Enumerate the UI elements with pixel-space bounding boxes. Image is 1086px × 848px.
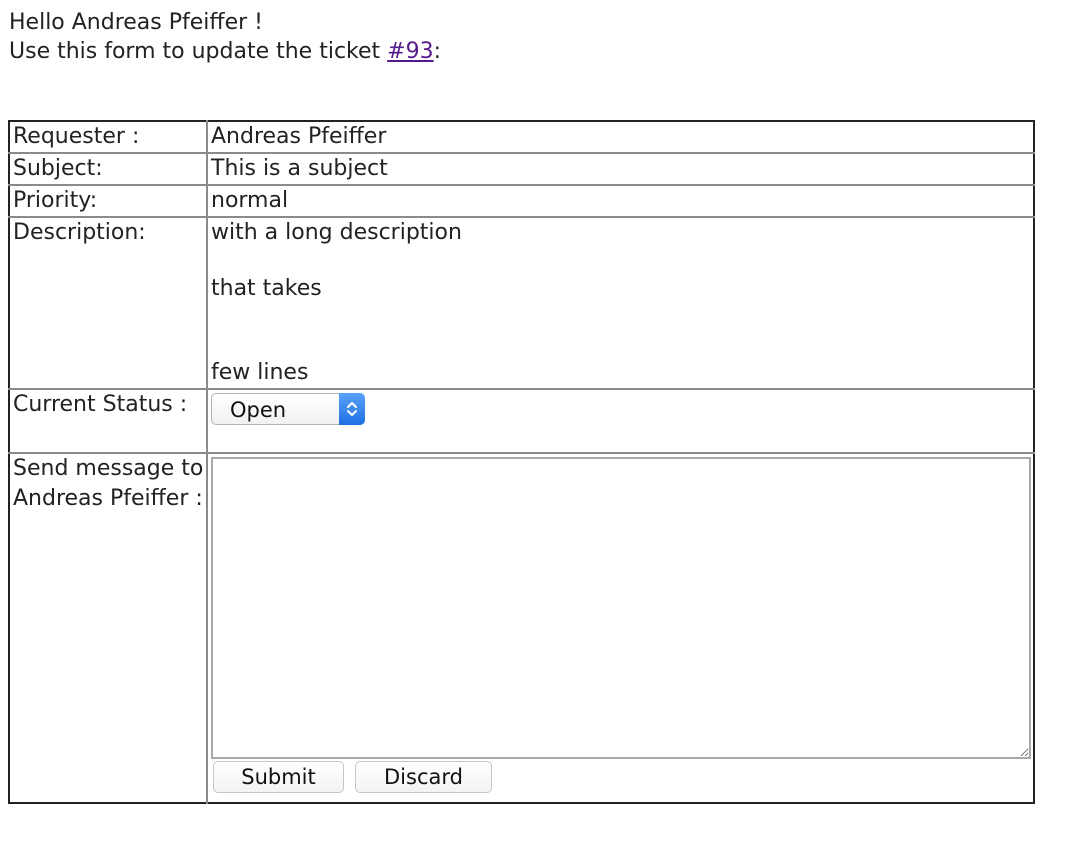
discard-button[interactable]: Discard — [355, 761, 492, 793]
message-label-line: Andreas Pfeiffer : — [13, 486, 203, 511]
ticket-link[interactable]: #93 — [387, 39, 433, 64]
message-row: Send message to Andreas Pfeiffer : Submi… — [9, 452, 1034, 803]
priority-label: Priority: — [9, 184, 208, 218]
instruction-text: Use this form to update the ticket — [9, 39, 388, 64]
description-line: few lines — [211, 360, 309, 385]
greeting-line: Hello Andreas Pfeiffer ! — [9, 10, 263, 35]
requester-label: Requester : — [9, 121, 208, 154]
message-label-line: Send message to — [13, 456, 204, 481]
status-label: Current Status : — [9, 388, 208, 454]
priority-row: Priority: normal — [9, 184, 1034, 218]
description-value: with a long description that takes few l… — [206, 216, 1034, 390]
description-line: that takes — [211, 276, 322, 301]
status-selected-value: Open — [230, 398, 287, 422]
ticket-instruction: Use this form to update the ticket #93: — [9, 37, 441, 66]
message-label: Send message to Andreas Pfeiffer : — [9, 452, 208, 803]
requester-value: Andreas Pfeiffer — [206, 121, 1034, 154]
priority-value: normal — [206, 184, 1034, 218]
status-select[interactable]: Open — [211, 393, 365, 425]
ticket-form-table: Requester : Andreas Pfeiffer Subject: Th… — [8, 120, 1035, 804]
subject-value: This is a subject — [206, 152, 1034, 186]
greeting: Hello Andreas Pfeiffer ! Use this form t… — [9, 8, 441, 66]
description-label: Description: — [9, 216, 208, 390]
subject-label: Subject: — [9, 152, 208, 186]
description-line: with a long description — [211, 220, 462, 245]
status-cell: Open — [206, 388, 1034, 454]
subject-row: Subject: This is a subject — [9, 152, 1034, 186]
form-buttons: Submit Discard — [211, 761, 1033, 793]
status-row: Current Status : Open — [9, 388, 1034, 454]
submit-button[interactable]: Submit — [213, 761, 344, 793]
description-row: Description: with a long description tha… — [9, 216, 1034, 390]
requester-row: Requester : Andreas Pfeiffer — [9, 121, 1034, 154]
message-cell: Submit Discard — [206, 452, 1034, 803]
up-down-chevron-icon — [339, 393, 365, 425]
message-textarea[interactable] — [211, 457, 1031, 759]
instruction-colon: : — [433, 39, 442, 64]
